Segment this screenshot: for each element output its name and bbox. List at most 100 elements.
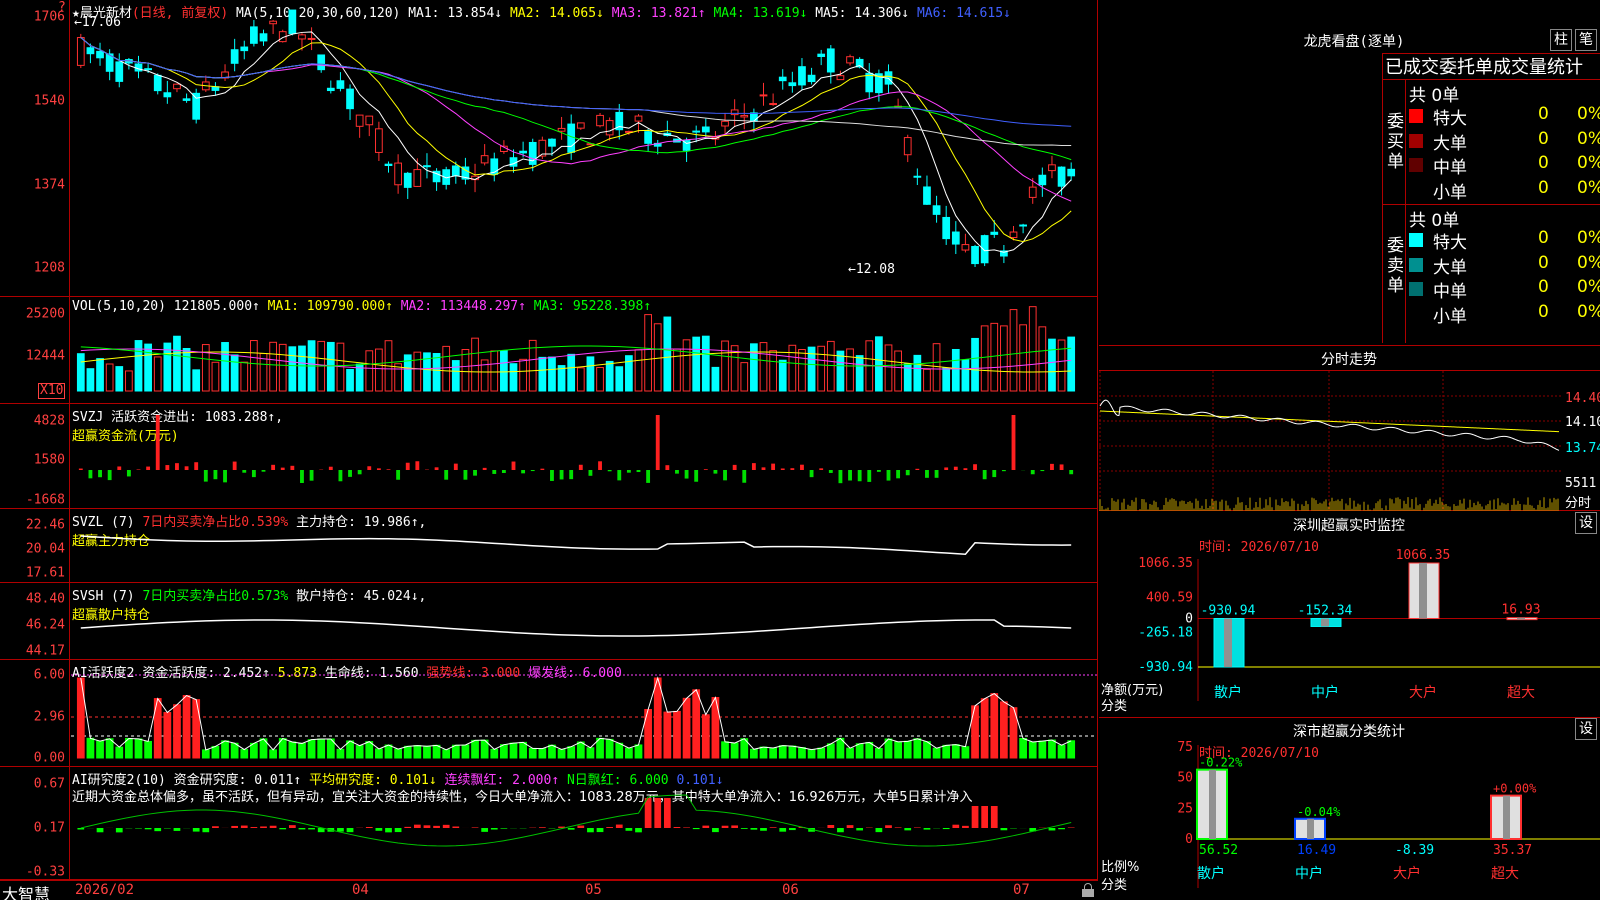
volume-bar	[182, 348, 191, 392]
net-amount-chart[interactable]: 1066.35 400.59 0-265.18 -930.94 -930.94 散户 -15…	[1099, 511, 1600, 717]
flow-bar	[838, 470, 843, 484]
activity-chart[interactable]	[71, 660, 1097, 766]
activity-bar	[567, 746, 576, 759]
buy-side-label: 委买单	[1387, 112, 1404, 172]
retail-holding-chart[interactable]	[71, 583, 1097, 659]
svzl-panel[interactable]: 22.46 20.04 17.61 SVZL (7) 7日内买卖净占比0.539…	[0, 509, 1098, 583]
candle	[721, 120, 729, 127]
sz-monitor-panel[interactable]: 深圳超赢实时监控 设 时间: 2026/07/10 净额(万元) 分类 1066…	[1099, 511, 1600, 718]
flow-bar	[1001, 470, 1006, 472]
order-color-swatch	[1409, 282, 1423, 296]
volume-bar	[884, 344, 893, 392]
activity-bar	[192, 699, 201, 759]
lhb-divider	[1382, 204, 1600, 205]
lock-icon-body	[1082, 889, 1094, 897]
candle	[163, 92, 172, 98]
activity-bar	[298, 742, 306, 759]
volume-bar	[942, 367, 951, 392]
candle	[413, 169, 422, 187]
volume-bar	[153, 356, 162, 392]
flow-bar	[598, 461, 602, 470]
research-chart[interactable]	[71, 767, 1097, 879]
main-holding-chart[interactable]	[71, 509, 1097, 582]
candlestick-chart[interactable]	[71, 0, 1097, 296]
activity-bar	[375, 748, 383, 759]
flow-bar	[107, 470, 112, 481]
order-percent: 0%	[1577, 177, 1600, 198]
activity-bar	[615, 742, 624, 759]
lhb-divider	[1382, 79, 1600, 80]
activity-bar	[519, 741, 527, 759]
activity-bar	[971, 705, 979, 759]
volume-panel[interactable]: 25200 12444 X10 VOL(5,10,20) 121805.000↑…	[0, 297, 1098, 404]
activity-bar	[413, 745, 422, 759]
volume-bar	[644, 314, 652, 392]
y-tick-label: 0	[1185, 612, 1193, 627]
candle	[923, 186, 931, 205]
ai-research-panel[interactable]: 0.67 0.17 -0.33 AI研究度2(10) 资金研究度: 0.011↑…	[0, 767, 1098, 880]
activity-bar	[355, 745, 364, 759]
activity-bar	[423, 745, 431, 759]
candle	[288, 9, 297, 35]
intraday-title: 分时走势	[1321, 352, 1377, 368]
ratio-chart[interactable]: 75 50 25 0 -0.22% 56.52 散户 -0.04% 16.49 中户 -8.39 大户…	[1099, 718, 1600, 900]
candle	[317, 54, 326, 71]
research-bar	[587, 828, 594, 833]
brand-logo[interactable]: 大智慧	[2, 881, 50, 900]
sz-stats-panel[interactable]: 深市超赢分类统计 设 时间: 2026/07/10 比例% 分类 75 50 25 0…	[1099, 718, 1600, 900]
activity-bar	[1038, 740, 1047, 759]
main-holding-line	[80, 535, 1072, 555]
sell-side-label: 委卖单	[1387, 236, 1404, 296]
bar-value-label: -930.94	[1201, 604, 1256, 619]
research-bar	[712, 828, 719, 833]
activity-bar	[317, 738, 326, 759]
volume-bar	[86, 368, 95, 392]
activity-bar	[1048, 739, 1056, 759]
research-bar	[673, 827, 681, 828]
kline-panel[interactable]: 1706 1540 1374 1208 ? ★晨光新材(日线, 前复权) MA(…	[0, 0, 1098, 297]
flow-bar	[665, 465, 670, 470]
ai-activity-tick: 6.00	[33, 667, 65, 683]
volume-bar	[221, 342, 229, 392]
volume-bar	[875, 336, 883, 392]
svzj-panel[interactable]: 4828 1580 -1668 SVZJ 活跃资金进出: 1083.288↑, …	[0, 404, 1098, 509]
change-label: -0.04%	[1297, 805, 1341, 819]
volume-bar	[557, 365, 566, 392]
activity-bar	[769, 747, 777, 759]
activity-bar	[538, 748, 547, 759]
volume-bar	[721, 340, 729, 392]
research-bar	[423, 825, 431, 828]
fund-flow-chart[interactable]	[71, 404, 1097, 508]
category-label: 中户	[1311, 684, 1339, 701]
activity-bar	[673, 710, 681, 759]
price-axis: 1706 1540 1374 1208	[0, 0, 70, 296]
research-bar	[779, 828, 787, 832]
activity-bar	[653, 677, 662, 759]
svzj-tick: -1668	[25, 492, 65, 508]
tick-view-button[interactable]: 笔	[1575, 29, 1597, 51]
help-icon[interactable]: ?	[58, 0, 66, 15]
volume-bar	[855, 355, 864, 392]
date-tick: 05	[585, 882, 602, 898]
volume-bar	[605, 360, 614, 392]
order-color-swatch	[1409, 233, 1423, 247]
svsh-panel[interactable]: 48.40 46.24 44.17 SVSH (7) 7日内买卖净占比0.573…	[0, 583, 1098, 660]
volume-chart[interactable]	[71, 297, 1097, 403]
flow-bar	[790, 468, 795, 470]
svzl-axis: 22.46 20.04 17.61	[0, 509, 70, 582]
intraday-chart[interactable]	[1099, 371, 1563, 511]
candle	[865, 72, 874, 93]
intraday-panel[interactable]: 分时走势 14.40 14.10 13.74 5511 分时	[1099, 346, 1600, 511]
flow-bar	[809, 470, 814, 478]
svzl-tick: 22.46	[25, 517, 65, 533]
activity-line	[80, 676, 1072, 751]
ai-activity-panel[interactable]: 6.00 2.96 0.00 AI活跃度2 资金活跃度: 2.452↑ 5.87…	[0, 660, 1098, 767]
flow-bar	[675, 470, 679, 474]
ai-activity-axis: 6.00 2.96 0.00	[0, 660, 70, 766]
activity-bar	[163, 712, 172, 759]
flow-bar	[492, 470, 497, 474]
volume-bar	[211, 361, 220, 392]
bar-view-button[interactable]: 柱	[1550, 29, 1572, 51]
activity-bar	[807, 749, 816, 759]
research-bar	[375, 828, 383, 831]
